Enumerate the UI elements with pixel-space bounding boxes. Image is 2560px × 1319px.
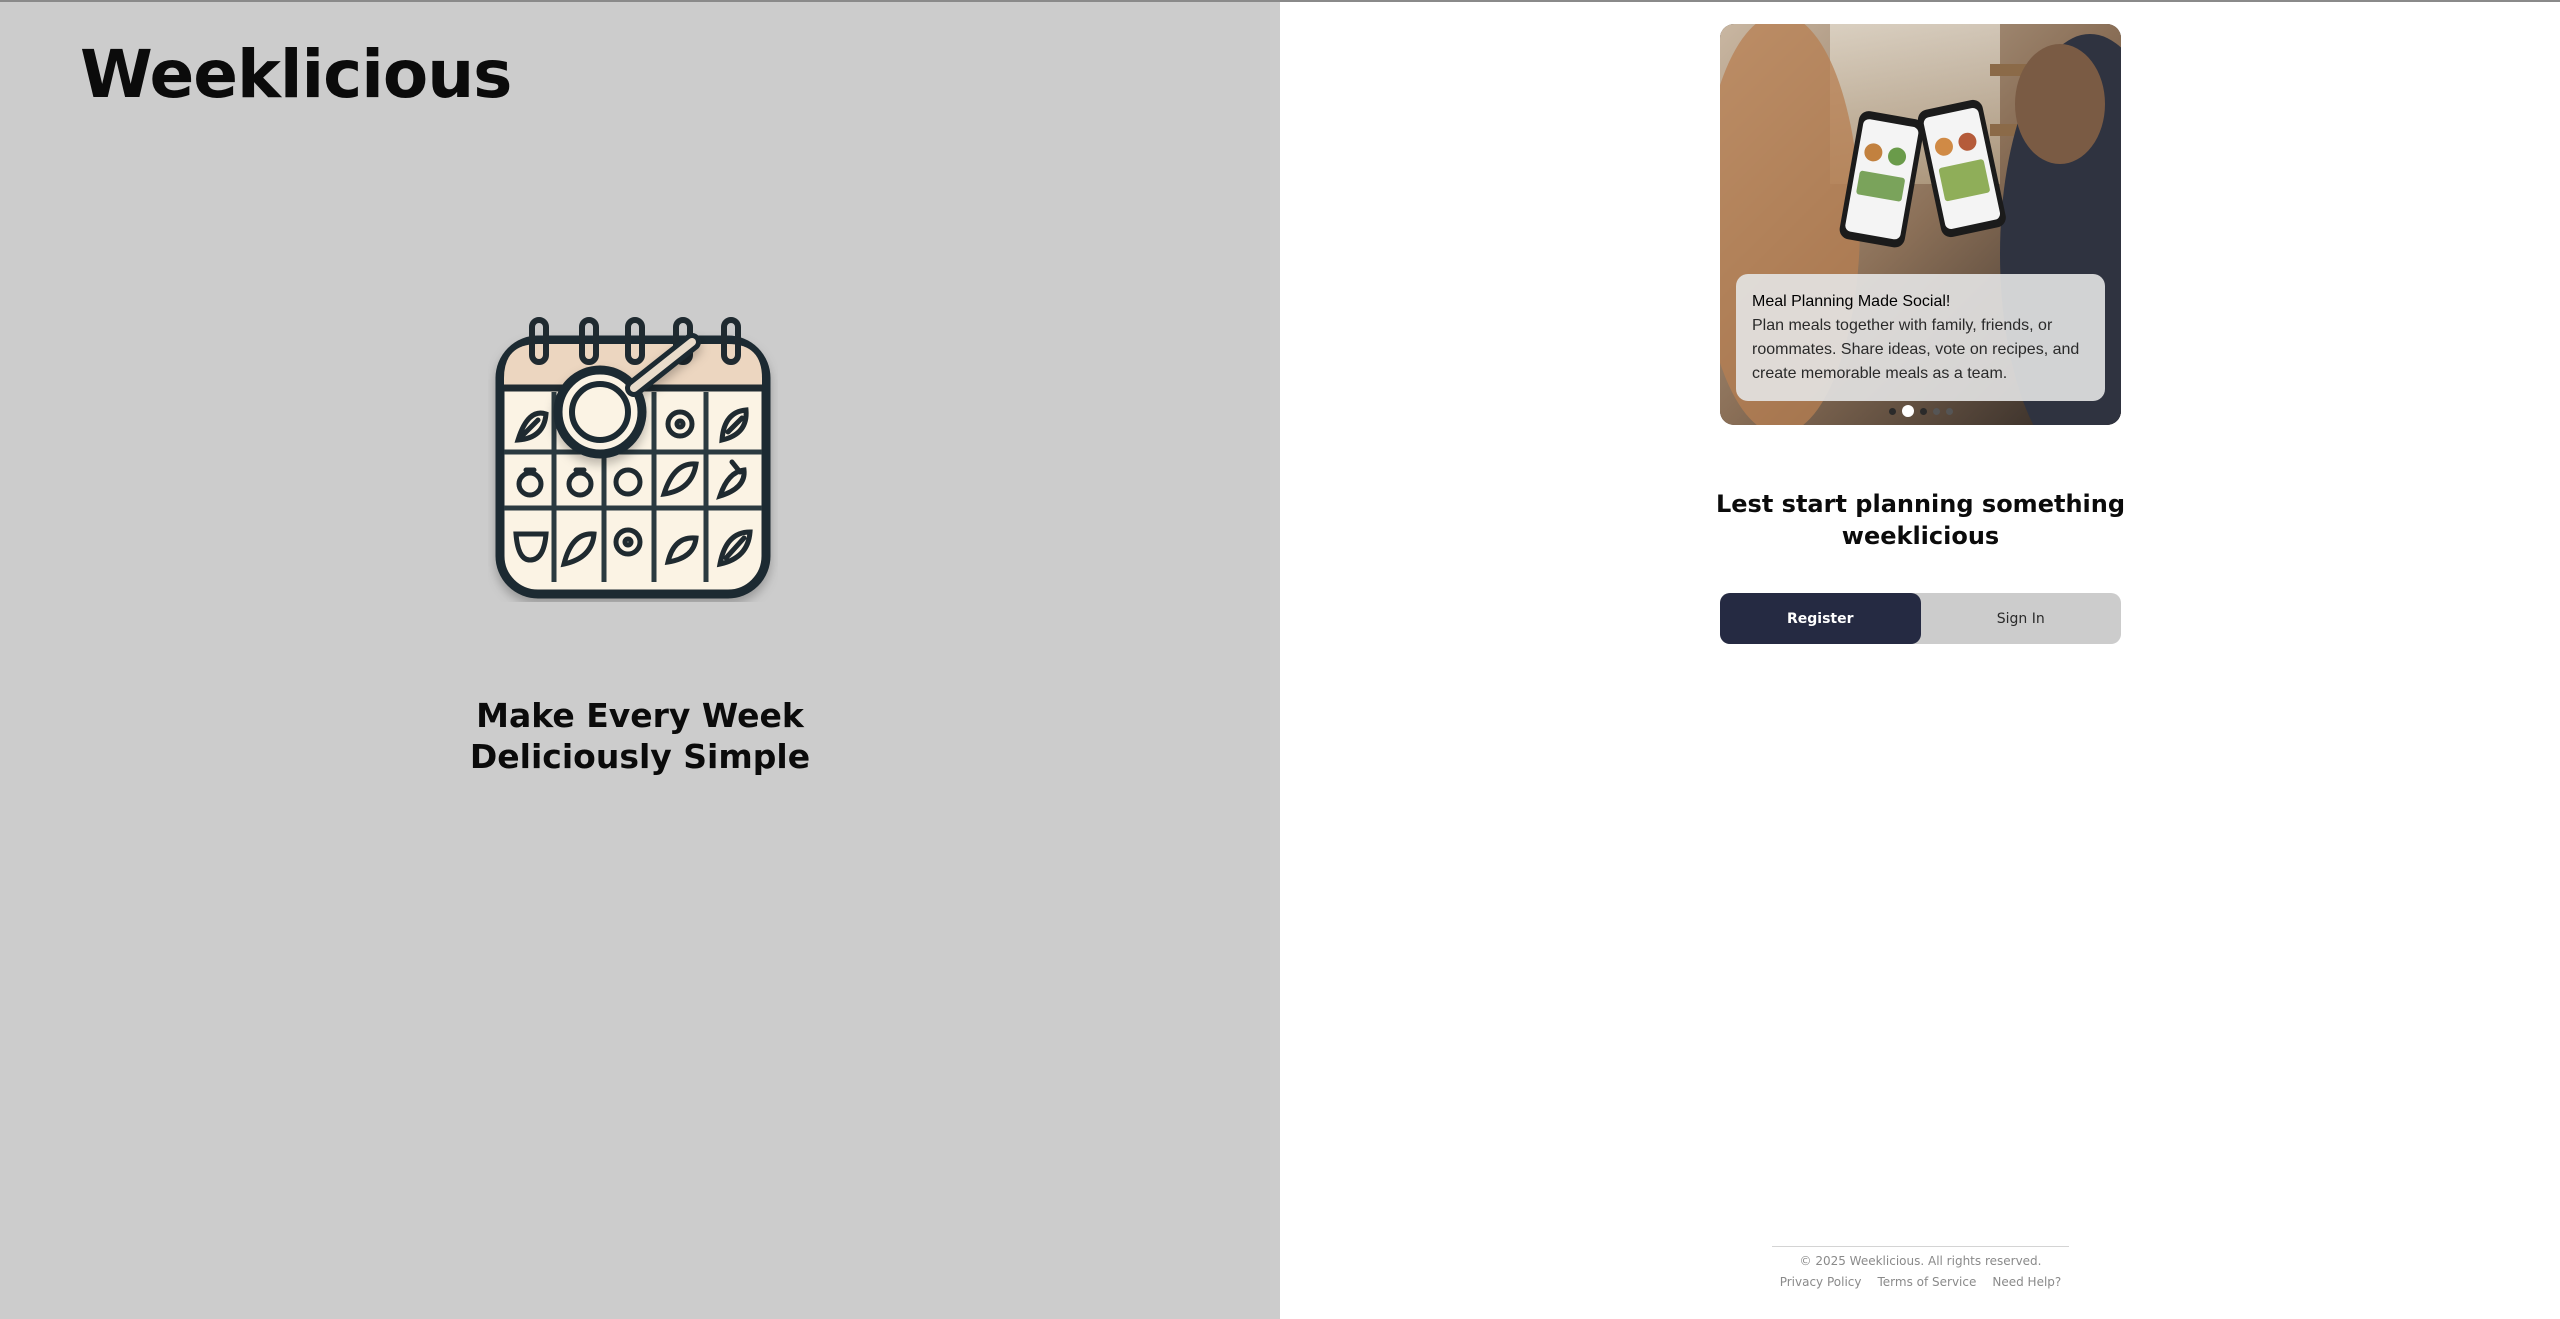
tagline-line-2: Deliciously Simple: [469, 737, 811, 776]
caption-text: Plan meals together with family, friends…: [1752, 317, 2080, 382]
auth-toggle: Register Sign In: [1720, 593, 2121, 644]
terms-of-service-link[interactable]: Terms of Service: [1877, 1275, 1976, 1289]
tagline-line-1: Make Every Week: [476, 696, 804, 735]
brand-logo-text: Weeklicious: [80, 36, 512, 113]
need-help-link[interactable]: Need Help?: [1992, 1275, 2061, 1289]
carousel-dot-5[interactable]: [1945, 407, 1953, 415]
caption-title: Meal Planning Made Social!: [1752, 293, 1951, 310]
privacy-policy-link[interactable]: Privacy Policy: [1780, 1275, 1862, 1289]
footer-links: Privacy Policy Terms of Service Need Hel…: [1772, 1275, 2069, 1289]
auth-panel: Meal Planning Made Social! Plan meals to…: [1280, 2, 2560, 1319]
carousel-dot-1[interactable]: [1888, 407, 1896, 415]
feature-carousel[interactable]: Meal Planning Made Social! Plan meals to…: [1720, 24, 2121, 425]
carousel-dot-4[interactable]: [1932, 407, 1940, 415]
heading-line-2: weeklicious: [1841, 522, 2000, 550]
hero-tagline: Make Every Week Deliciously Simple: [340, 695, 940, 777]
carousel-caption: Meal Planning Made Social! Plan meals to…: [1736, 274, 2105, 401]
sign-in-button[interactable]: Sign In: [1921, 593, 2122, 644]
register-button[interactable]: Register: [1720, 593, 1921, 644]
copyright-text: © 2025 Weeklicious. All rights reserved.: [1799, 1254, 2042, 1268]
calendar-pan-icon: [488, 312, 778, 602]
carousel-indicators: [1720, 405, 2121, 417]
footer: © 2025 Weeklicious. All rights reserved.…: [1772, 1246, 2069, 1289]
page-heading: Lest start planning something weekliciou…: [1700, 488, 2141, 552]
carousel-dot-2[interactable]: [1901, 405, 1914, 417]
hero-panel: Weeklicious Make Every Week Deliciously …: [0, 2, 1280, 1319]
heading-line-1: Lest start planning something: [1715, 490, 2126, 518]
carousel-dot-3[interactable]: [1919, 407, 1927, 415]
